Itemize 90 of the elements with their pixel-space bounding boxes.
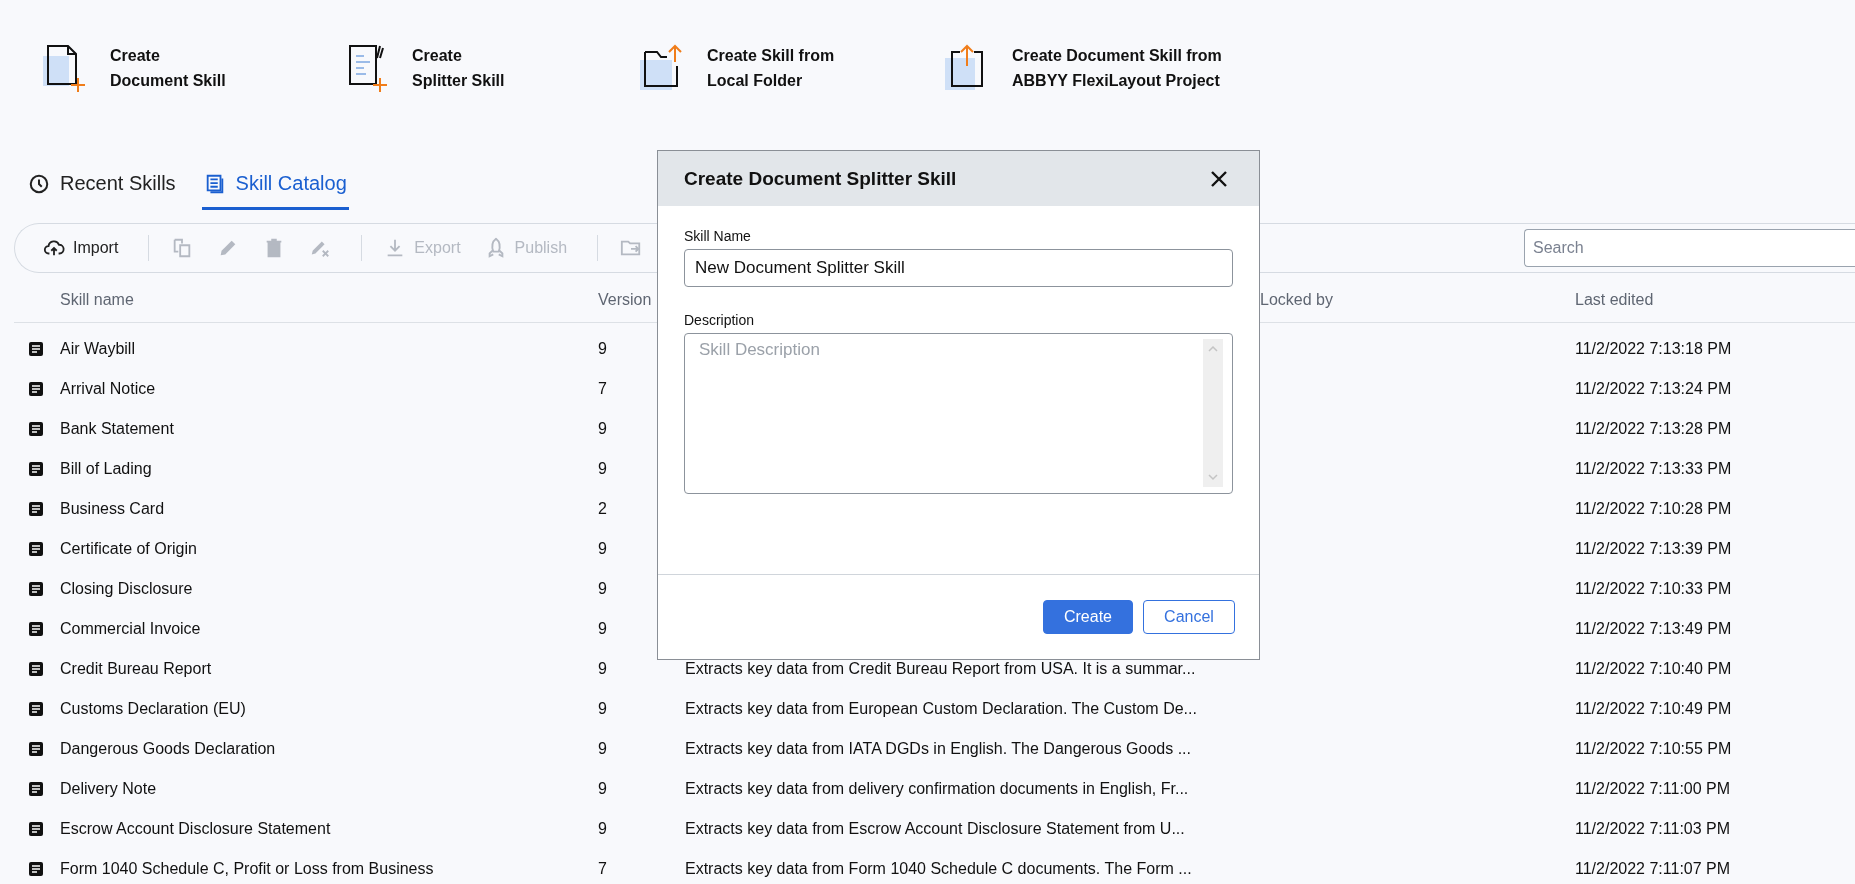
- search-field[interactable]: Search: [1524, 229, 1855, 267]
- table-cell-text: 11/2/2022 7:10:40 PM: [1575, 660, 1733, 678]
- table-cell-text: 11/2/2022 7:10:28 PM: [1575, 500, 1733, 518]
- document-icon: [28, 501, 44, 517]
- table-cell-text: 2: [598, 500, 608, 518]
- field-label: Description: [684, 312, 756, 328]
- action-label: Document Skill: [110, 71, 226, 91]
- table-cell-text: 9: [598, 540, 608, 558]
- create-action[interactable]: Create Document Skill: [40, 42, 342, 94]
- table-cell-text: 9: [598, 820, 608, 838]
- cancel-button[interactable]: Cancel: [1143, 600, 1235, 634]
- table-cell-text: 11/2/2022 7:13:33 PM: [1575, 460, 1733, 478]
- table-cell-text: 11/2/2022 7:11:00 PM: [1575, 780, 1732, 798]
- toolbar-button[interactable]: Import: [35, 231, 127, 265]
- document-icon: [28, 701, 44, 717]
- table-cell-text: Extracts key data from Form 1040 Schedule C documents. The Form ...: [685, 860, 1193, 878]
- table-cell-text: 9: [598, 580, 608, 598]
- document-icon: [28, 541, 44, 557]
- table-cell-text: Extracts key data from Escrow Account Disclosure Statement from U...: [685, 820, 1186, 838]
- table-cell-text: 9: [598, 340, 608, 358]
- table-cell-text: Extracts key data from IATA DGDs in English. The Dangerous Goods ...: [685, 740, 1192, 758]
- document-icon: [28, 821, 44, 837]
- table-cell-text: Dangerous Goods Declaration: [60, 740, 277, 758]
- table-cell-text: Extracts key data from delivery confirmation documents in English, Fr...: [685, 780, 1190, 798]
- table-cell-text: 9: [598, 620, 608, 638]
- table-cell-text: Escrow Account Disclosure Statement: [60, 820, 332, 838]
- column-header: Skill name: [60, 290, 135, 309]
- document-icon: [28, 741, 44, 757]
- table-cell-text: 11/2/2022 7:10:49 PM: [1575, 700, 1733, 718]
- table-cell-text: Credit Bureau Report: [60, 660, 213, 678]
- description-field[interactable]: Skill Description: [684, 333, 1233, 494]
- table-cell-text: 9: [598, 660, 608, 678]
- column-header: Last edited: [1575, 290, 1655, 309]
- table-cell-text: 7: [598, 860, 608, 878]
- column-header: Locked by: [1260, 290, 1334, 309]
- table-cell-text: 11/2/2022 7:13:24 PM: [1575, 380, 1733, 398]
- table-cell-text: Bank Statement: [60, 420, 175, 438]
- table-cell-text: Customs Declaration (EU): [60, 700, 247, 718]
- table-cell-text: Delivery Note: [60, 780, 158, 798]
- document-icon: [28, 781, 44, 797]
- clock-icon: [28, 172, 50, 195]
- create-action[interactable]: Create Splitter Skill: [342, 42, 637, 94]
- column-header: Version: [598, 290, 653, 309]
- table-cell-text: Commercial Invoice: [60, 620, 202, 638]
- document-icon: [28, 621, 44, 637]
- action-label: Splitter Skill: [412, 71, 505, 91]
- document-icon: [28, 341, 44, 357]
- table-cell-text: 11/2/2022 7:11:07 PM: [1575, 860, 1732, 878]
- document-icon: [28, 661, 44, 677]
- document-icon: [28, 861, 44, 877]
- document-icon: [28, 381, 44, 397]
- table-cell-text: 9: [598, 780, 608, 798]
- create-button[interactable]: Create: [1043, 600, 1133, 634]
- table-cell-text: 11/2/2022 7:10:33 PM: [1575, 580, 1733, 598]
- create-action[interactable]: Create Document Skill from ABBYY FlexiLayout Project: [942, 42, 1855, 94]
- table-cell-text: Arrival Notice: [60, 380, 157, 398]
- action-label: Create Document Skill from: [1012, 46, 1222, 66]
- table-cell-text: Closing Disclosure: [60, 580, 194, 598]
- table-cell-text: 11/2/2022 7:13:28 PM: [1575, 420, 1733, 438]
- action-label: Create Skill from: [707, 46, 835, 66]
- field-label: Skill Name: [684, 228, 752, 244]
- tab[interactable]: Skill Catalog: [201, 160, 349, 210]
- document-icon: [28, 461, 44, 477]
- action-label: Local Folder: [707, 71, 804, 91]
- table-cell-text: 11/2/2022 7:10:55 PM: [1575, 740, 1733, 758]
- table-cell-text: 9: [598, 740, 608, 758]
- document-icon: [28, 421, 44, 437]
- table-cell-text: 11/2/2022 7:13:49 PM: [1575, 620, 1733, 638]
- action-label: Create: [412, 46, 463, 66]
- table-cell-text: 11/2/2022 7:13:18 PM: [1575, 340, 1733, 358]
- table-cell-text: 11/2/2022 7:13:39 PM: [1575, 540, 1733, 558]
- tab[interactable]: Recent Skills: [26, 160, 178, 210]
- table-cell-text: 9: [598, 460, 608, 478]
- table-cell-text: Form 1040 Schedule C, Profit or Loss from Business: [60, 860, 435, 878]
- action-label: ABBYY FlexiLayout Project: [1012, 71, 1221, 91]
- table-cell-text: 9: [598, 700, 608, 718]
- document-icon: [28, 581, 44, 597]
- table-cell-text: 9: [598, 420, 608, 438]
- table-cell-text: Business Card: [60, 500, 166, 518]
- dialog-title: Create Document Splitter Skill: [684, 167, 957, 190]
- create-action[interactable]: Create Skill from Local Folder: [637, 42, 942, 94]
- table-cell-text: Air Waybill: [60, 340, 136, 358]
- table-cell-text: 11/2/2022 7:11:03 PM: [1575, 820, 1732, 838]
- table-cell-text: Extracts key data from Credit Bureau Report from USA. It is a summar...: [685, 660, 1197, 678]
- table-cell-text: Extracts key data from European Custom Declaration. The Custom De...: [685, 700, 1198, 718]
- table-cell-text: 7: [598, 380, 608, 398]
- table-cell-text: Certificate of Origin: [60, 540, 198, 558]
- name-field[interactable]: New Document Splitter Skill: [684, 249, 1233, 287]
- action-label: Create: [110, 46, 161, 66]
- table-cell-text: Bill of Lading: [60, 460, 153, 478]
